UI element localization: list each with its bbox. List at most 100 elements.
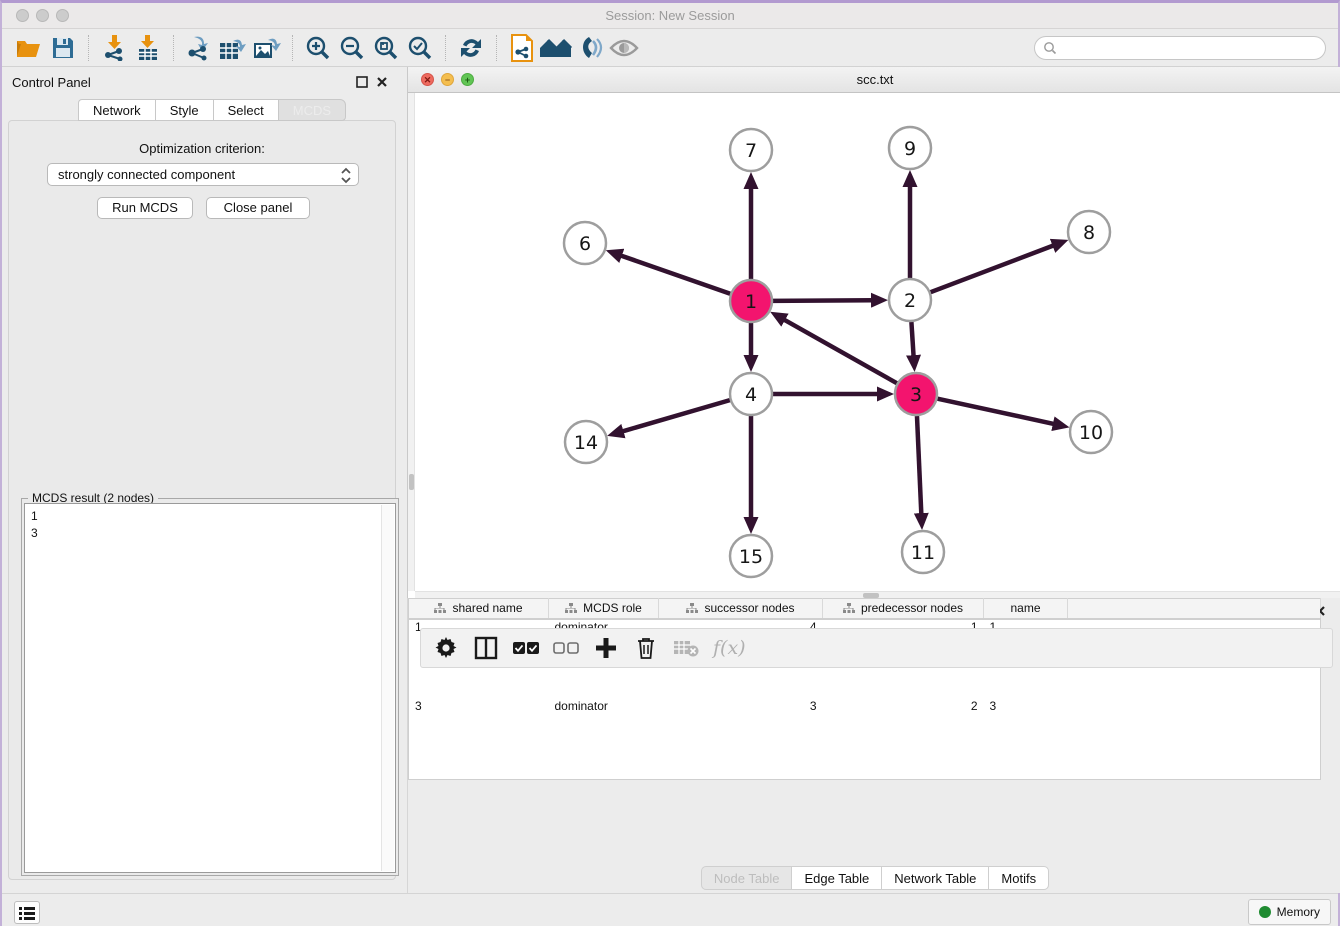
network-canvas[interactable]: 7 9 6 8 1 2 4 3 14 10 15 11 xyxy=(408,93,1340,598)
deselect-all-icon[interactable] xyxy=(553,635,579,661)
toolbar-separator xyxy=(445,35,446,61)
delete-table-icon[interactable] xyxy=(673,635,699,661)
mcds-result-list[interactable]: 13 xyxy=(24,503,396,873)
select-all-icon[interactable] xyxy=(513,635,539,661)
scrollbar-track[interactable] xyxy=(381,505,394,871)
export-network-icon[interactable] xyxy=(182,33,216,63)
delete-column-icon[interactable] xyxy=(633,635,659,661)
zoom-selected-icon[interactable] xyxy=(403,33,437,63)
export-image-icon[interactable] xyxy=(250,33,284,63)
columns-icon[interactable] xyxy=(473,635,499,661)
close-window-icon[interactable] xyxy=(16,9,29,22)
hierarchy-icon xyxy=(686,603,698,614)
node-2[interactable]: 2 xyxy=(889,279,931,321)
node-8[interactable]: 8 xyxy=(1068,211,1110,253)
tab-select[interactable]: Select xyxy=(213,99,278,121)
tab-network[interactable]: Network xyxy=(78,99,155,121)
node-14[interactable]: 14 xyxy=(565,421,607,463)
tab-node-table[interactable]: Node Table xyxy=(701,866,792,890)
minimize-window-icon[interactable] xyxy=(36,9,49,22)
control-panel-tabs: NetworkStyleSelectMCDS xyxy=(78,99,346,121)
edge-3-10[interactable] xyxy=(937,399,1054,424)
memory-label: Memory xyxy=(1277,905,1320,919)
control-panel-title: Control Panel xyxy=(12,75,91,90)
column-header-name[interactable]: name xyxy=(984,599,1068,619)
edge-2-8[interactable] xyxy=(931,245,1055,292)
duplicate-network-icon[interactable] xyxy=(505,33,539,63)
zoom-fit-icon[interactable] xyxy=(369,33,403,63)
table-row[interactable]: 3dominator323 xyxy=(409,699,1321,780)
edge-4-14[interactable] xyxy=(622,400,730,432)
import-network-icon[interactable] xyxy=(97,33,131,63)
node-3[interactable]: 3 xyxy=(895,373,937,415)
tab-style[interactable]: Style xyxy=(155,99,213,121)
network-graph[interactable]: 7 9 6 8 1 2 4 3 14 10 15 11 xyxy=(408,93,1340,598)
tab-motifs[interactable]: Motifs xyxy=(988,866,1049,890)
close-network-icon[interactable]: ✕ xyxy=(421,73,434,86)
node-1[interactable]: 1 xyxy=(730,280,772,322)
zoom-out-icon[interactable] xyxy=(335,33,369,63)
svg-text:6: 6 xyxy=(579,233,591,255)
zoom-window-icon[interactable] xyxy=(56,9,69,22)
network-window-titlebar: ✕ − + scc.txt xyxy=(408,67,1340,93)
edge-1-6[interactable] xyxy=(620,255,730,294)
node-9[interactable]: 9 xyxy=(889,127,931,169)
svg-text:11: 11 xyxy=(911,542,935,564)
zoom-network-icon[interactable]: + xyxy=(461,73,474,86)
mcds-panel: Optimization criterion: strongly connect… xyxy=(8,120,396,880)
edge-1-2[interactable] xyxy=(773,300,873,301)
refresh-layout-icon[interactable] xyxy=(454,33,488,63)
search-icon xyxy=(1043,41,1057,55)
toolbar-separator xyxy=(88,35,89,61)
float-panel-icon[interactable] xyxy=(356,76,368,88)
tab-mcds[interactable]: MCDS xyxy=(278,99,346,121)
style-brush-icon[interactable] xyxy=(573,33,607,63)
column-header-successor-nodes[interactable]: successor nodes xyxy=(659,599,823,619)
optimization-criterion-select[interactable]: strongly connected component xyxy=(47,163,359,186)
cell-successor-nodes: 3 xyxy=(659,699,823,780)
edge-3-11[interactable] xyxy=(917,416,921,515)
window-title: Session: New Session xyxy=(2,3,1338,28)
memory-button[interactable]: Memory xyxy=(1248,899,1331,925)
scrollbar-thumb[interactable] xyxy=(409,474,414,490)
edge-3-1[interactable] xyxy=(783,319,897,383)
show-networks-icon[interactable] xyxy=(539,33,573,63)
search-field[interactable] xyxy=(1034,36,1326,60)
cell-name: 3 xyxy=(984,699,1068,780)
run-mcds-button[interactable]: Run MCDS xyxy=(97,197,193,219)
close-panel-button[interactable]: Close panel xyxy=(206,197,310,219)
horizontal-scrollbar[interactable] xyxy=(415,591,1340,598)
column-header-MCDS-role[interactable]: MCDS role xyxy=(549,599,659,619)
node-7[interactable]: 7 xyxy=(730,129,772,171)
zoom-in-icon[interactable] xyxy=(301,33,335,63)
task-history-button[interactable] xyxy=(14,901,40,924)
toolbar-separator xyxy=(173,35,174,61)
node-11[interactable]: 11 xyxy=(902,531,944,573)
column-header-predecessor-nodes[interactable]: predecessor nodes xyxy=(823,599,984,619)
import-table-icon[interactable] xyxy=(131,33,165,63)
vertical-scrollbar[interactable] xyxy=(408,93,415,591)
export-table-icon[interactable] xyxy=(216,33,250,63)
node-10[interactable]: 10 xyxy=(1070,411,1112,453)
node-6[interactable]: 6 xyxy=(564,222,606,264)
save-session-icon[interactable] xyxy=(46,33,80,63)
cell-MCDS-role: dominator xyxy=(549,699,659,780)
table-tabs: Node TableEdge TableNetwork TableMotifs xyxy=(408,866,1340,890)
open-session-icon[interactable] xyxy=(12,33,46,63)
column-header-shared-name[interactable]: shared name xyxy=(409,599,549,619)
hierarchy-icon xyxy=(843,603,855,614)
network-window-title: scc.txt xyxy=(408,67,1340,92)
search-input[interactable] xyxy=(1057,38,1325,58)
node-15[interactable]: 15 xyxy=(730,535,772,577)
tab-network-table[interactable]: Network Table xyxy=(881,866,988,890)
gear-icon[interactable] xyxy=(433,635,459,661)
node-4[interactable]: 4 xyxy=(730,373,772,415)
show-hide-icon[interactable] xyxy=(607,33,641,63)
node-table[interactable]: shared nameMCDS rolesuccessor nodesprede… xyxy=(408,598,1321,780)
function-builder-icon[interactable]: f(x) xyxy=(713,637,746,659)
minimize-network-icon[interactable]: − xyxy=(441,73,454,86)
edge-2-3[interactable] xyxy=(911,322,913,357)
add-column-icon[interactable] xyxy=(593,635,619,661)
close-panel-icon[interactable] xyxy=(376,76,388,88)
tab-edge-table[interactable]: Edge Table xyxy=(791,866,881,890)
